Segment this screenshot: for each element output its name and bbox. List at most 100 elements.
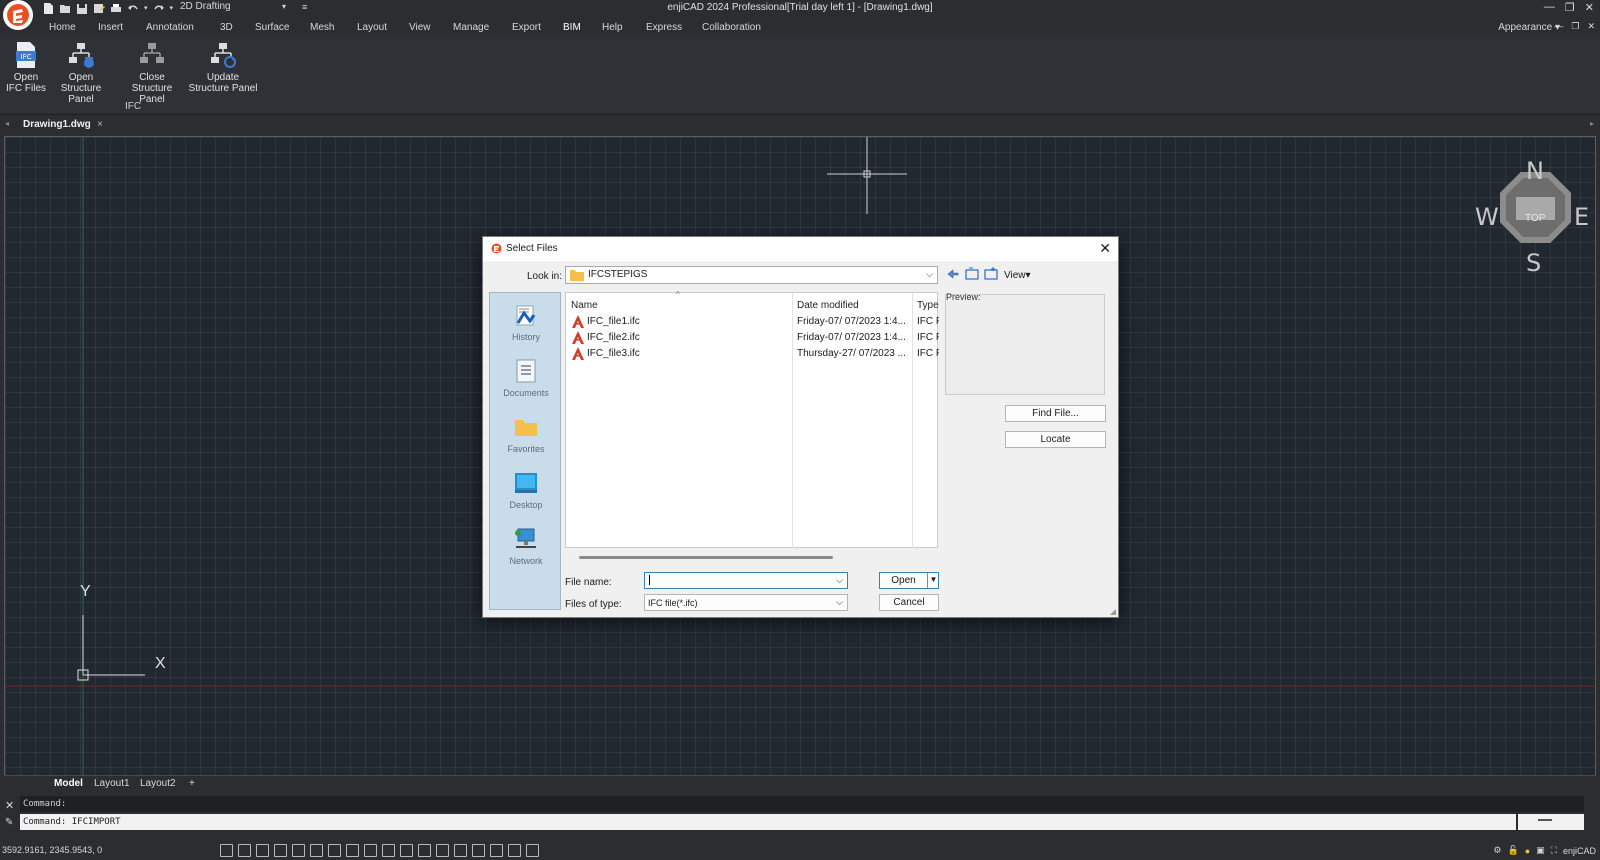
fullscreen-icon[interactable]: ⛶ bbox=[1551, 845, 1557, 856]
cancel-button[interactable]: Cancel bbox=[879, 594, 939, 611]
cursor-coordinates[interactable]: 3592.9161, 2345.9543, 0 bbox=[2, 845, 102, 855]
menu-view[interactable]: View bbox=[409, 22, 431, 33]
tab-model[interactable]: Model bbox=[54, 778, 83, 789]
dyn-input-icon[interactable] bbox=[364, 844, 377, 857]
doc-close-icon[interactable]: ✕ bbox=[1587, 21, 1595, 32]
look-in-label: Look in: bbox=[527, 271, 563, 282]
app-logo-icon[interactable] bbox=[3, 0, 33, 30]
menu-help[interactable]: Help bbox=[602, 22, 623, 33]
command-close-icon[interactable]: ✕ bbox=[5, 799, 14, 812]
lineweight-icon[interactable] bbox=[382, 844, 395, 857]
view-menu-button[interactable]: View▾ bbox=[1004, 270, 1031, 281]
zoom-icon[interactable] bbox=[454, 844, 467, 857]
update-structure-panel-button[interactable]: Update Structure Panel bbox=[188, 41, 258, 94]
new-folder-icon[interactable] bbox=[984, 267, 998, 281]
command-collapse-icon[interactable] bbox=[1538, 819, 1552, 821]
add-layout-button[interactable]: + bbox=[189, 778, 195, 789]
otrack-icon[interactable] bbox=[328, 844, 341, 857]
command-input[interactable]: Command: IFCIMPORT bbox=[20, 814, 1516, 830]
close-button[interactable]: ✕ bbox=[1585, 1, 1594, 14]
lock-icon[interactable]: 🔓 bbox=[1508, 845, 1519, 856]
command-options[interactable] bbox=[1518, 814, 1584, 830]
menu-annotation[interactable]: Annotation bbox=[146, 22, 194, 33]
menu-home[interactable]: Home bbox=[49, 22, 76, 33]
open-button[interactable]: Open ▼ bbox=[879, 572, 939, 589]
horizontal-scrollbar[interactable] bbox=[579, 556, 833, 559]
close-structure-panel-button[interactable]: Close Structure Panel bbox=[118, 41, 186, 105]
column-header-name[interactable]: Name bbox=[571, 300, 598, 311]
place-history[interactable]: History bbox=[490, 303, 562, 342]
3d-osnap-icon[interactable] bbox=[310, 844, 323, 857]
file-row[interactable]: IFC_file2.ifc Friday-07/ 07/2023 1:4... … bbox=[566, 330, 939, 346]
file-row[interactable]: IFC_file1.ifc Friday-07/ 07/2023 1:4... … bbox=[566, 314, 939, 330]
minimize-button[interactable]: — bbox=[1544, 1, 1555, 14]
open-structure-panel-button[interactable]: Open Structure Panel bbox=[48, 41, 114, 105]
annotation-visibility-icon[interactable] bbox=[508, 844, 521, 857]
selection-cycling-icon[interactable] bbox=[418, 844, 431, 857]
place-documents[interactable]: Documents bbox=[490, 359, 562, 398]
viewcube-south[interactable]: S bbox=[1526, 249, 1541, 277]
look-in-select[interactable]: IFCSTEPIGS ⌵ bbox=[565, 266, 938, 284]
place-favorites[interactable]: Favorites bbox=[490, 415, 562, 454]
doc-minimize-icon[interactable]: — bbox=[1554, 21, 1563, 32]
doc-restore-icon[interactable]: ❐ bbox=[1571, 21, 1579, 32]
find-file-button[interactable]: Find File... bbox=[1005, 405, 1106, 422]
command-customize-icon[interactable]: ✎ bbox=[5, 817, 13, 828]
menu-bim[interactable]: BIM bbox=[563, 22, 581, 33]
viewcube-north[interactable]: N bbox=[1526, 157, 1544, 185]
tab-drawing1[interactable]: Drawing1.dwg bbox=[19, 117, 95, 133]
up-folder-icon[interactable] bbox=[965, 267, 979, 281]
tab-scroll-left-icon[interactable]: ◂ bbox=[5, 119, 9, 128]
chevron-down-icon[interactable]: ⌵ bbox=[836, 575, 843, 586]
tab-close-icon[interactable]: × bbox=[97, 119, 103, 130]
chevron-down-icon: ⌵ bbox=[836, 597, 843, 607]
text-caret bbox=[649, 575, 650, 586]
settings-gear-icon[interactable]: ⚙ bbox=[1493, 845, 1501, 856]
annotation-scale-icon[interactable] bbox=[490, 844, 503, 857]
layer-icon[interactable] bbox=[436, 844, 449, 857]
file-row[interactable]: IFC_file3.ifc Thursday-27/ 07/2023 ... I… bbox=[566, 346, 939, 362]
viewport-icon[interactable] bbox=[472, 844, 485, 857]
ortho-icon[interactable] bbox=[256, 844, 269, 857]
ducs-icon[interactable] bbox=[346, 844, 359, 857]
menu-export[interactable]: Export bbox=[512, 22, 541, 33]
viewcube-east[interactable]: E bbox=[1574, 203, 1589, 231]
menu-3d[interactable]: 3D bbox=[220, 22, 233, 33]
tab-layout1[interactable]: Layout1 bbox=[94, 778, 130, 789]
locate-button[interactable]: Locate bbox=[1005, 431, 1106, 448]
menu-mesh[interactable]: Mesh bbox=[310, 22, 334, 33]
viewcube-west[interactable]: W bbox=[1475, 203, 1499, 231]
menu-manage[interactable]: Manage bbox=[453, 22, 489, 33]
files-of-type-select[interactable]: IFC file(*.ifc) ⌵ bbox=[644, 594, 848, 611]
table-icon[interactable] bbox=[526, 844, 539, 857]
menu-express[interactable]: Express bbox=[646, 22, 682, 33]
file-list[interactable]: Name ^ Date modified Type IFC_file1.ifc … bbox=[565, 290, 939, 548]
restore-button[interactable]: ❐ bbox=[1565, 1, 1575, 14]
column-header-date[interactable]: Date modified bbox=[797, 300, 859, 311]
menu-collaboration[interactable]: Collaboration bbox=[702, 22, 761, 33]
file-name-input[interactable]: ⌵ bbox=[644, 572, 848, 589]
column-header-type[interactable]: Type bbox=[917, 300, 939, 311]
appearance-menu[interactable]: Appearance ▾ bbox=[1498, 22, 1560, 33]
menu-insert[interactable]: Insert bbox=[98, 22, 123, 33]
menu-surface[interactable]: Surface bbox=[255, 22, 289, 33]
menu-layout[interactable]: Layout bbox=[357, 22, 387, 33]
snap-icon[interactable] bbox=[220, 844, 233, 857]
open-dropdown-icon[interactable]: ▼ bbox=[927, 573, 939, 588]
osnap-icon[interactable] bbox=[292, 844, 305, 857]
tab-scroll-right-icon[interactable]: ▸ bbox=[1590, 119, 1594, 128]
lightbulb-icon[interactable]: ● bbox=[1525, 846, 1530, 856]
grid-icon[interactable] bbox=[238, 844, 251, 857]
viewcube-top-face[interactable]: TOP bbox=[1525, 213, 1545, 224]
workspace-icon[interactable]: ▣ bbox=[1536, 845, 1545, 856]
open-ifc-files-button[interactable]: IFC Open IFC Files bbox=[6, 41, 46, 94]
place-network[interactable]: Network bbox=[490, 527, 562, 566]
dialog-close-button[interactable]: ✕ bbox=[1099, 240, 1111, 257]
tab-layout2[interactable]: Layout2 bbox=[140, 778, 176, 789]
back-arrow-icon[interactable] bbox=[946, 267, 960, 281]
dialog-title-bar[interactable]: Select Files ✕ bbox=[483, 237, 1118, 261]
resize-grip-icon[interactable]: ◢ bbox=[1110, 607, 1116, 616]
transparency-icon[interactable] bbox=[400, 844, 413, 857]
polar-icon[interactable] bbox=[274, 844, 287, 857]
place-desktop[interactable]: Desktop bbox=[490, 471, 562, 510]
